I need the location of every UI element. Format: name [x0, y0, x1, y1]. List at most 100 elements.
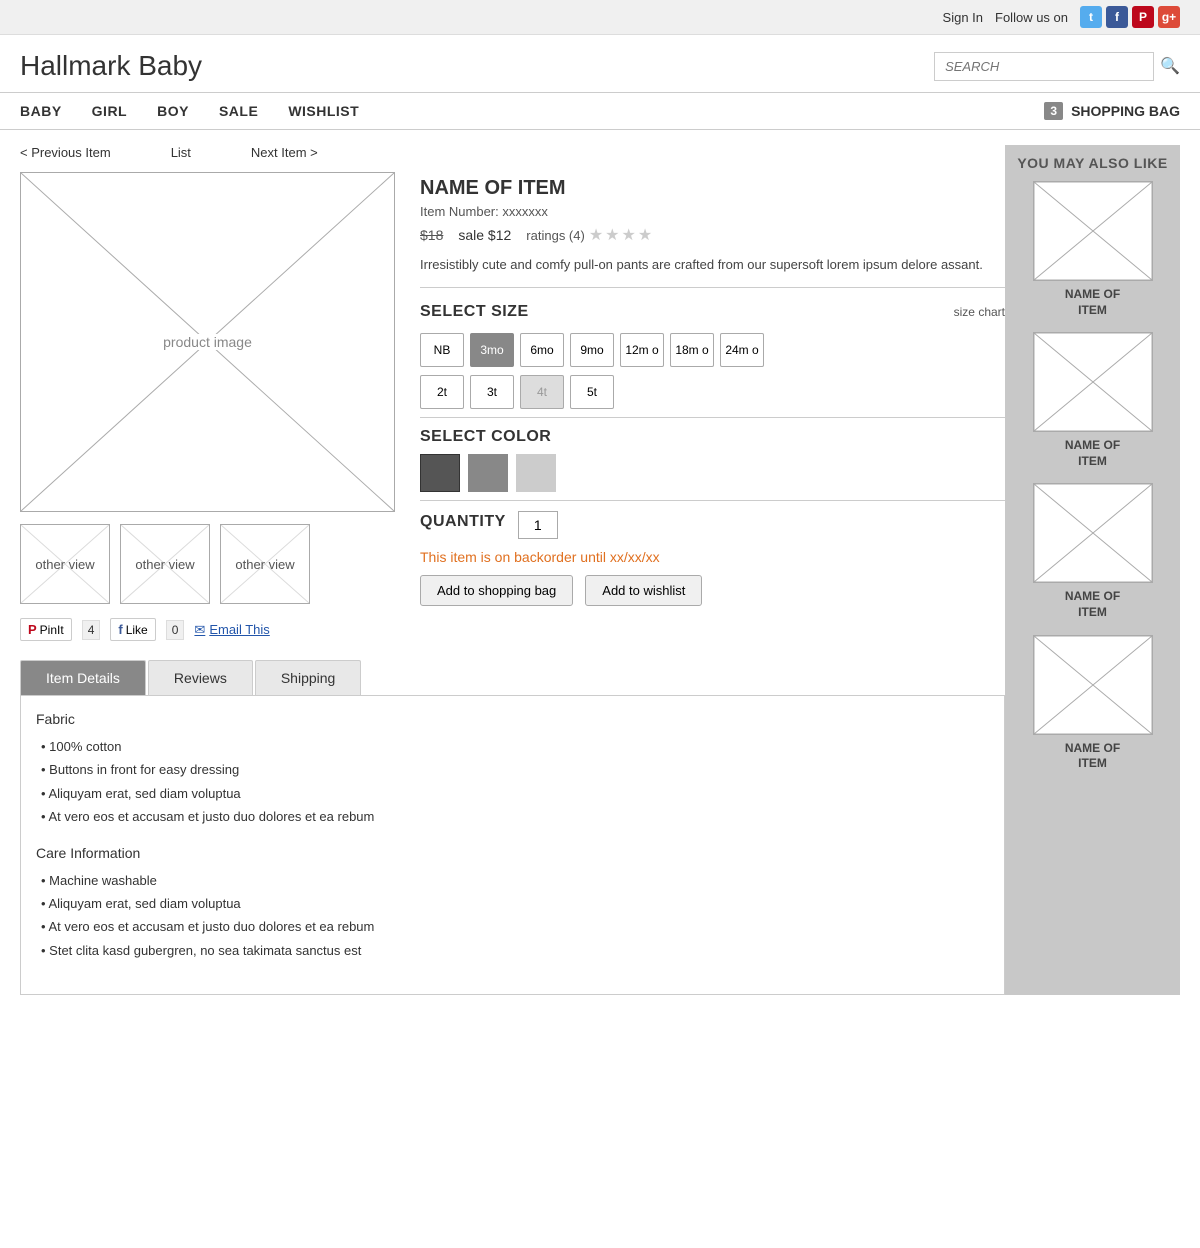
product-section: < Previous Item List Next Item > product… — [20, 145, 1005, 995]
other-view-1[interactable]: other view — [20, 524, 110, 604]
size-9mo[interactable]: 9mo — [570, 333, 614, 367]
top-bar: Sign In Follow us on t f P g+ — [0, 0, 1200, 35]
fabric-item-4: At vero eos et accusam et justo duo dolo… — [41, 805, 989, 828]
add-to-wishlist-button[interactable]: Add to wishlist — [585, 575, 702, 606]
size-3mo[interactable]: 3mo — [470, 333, 514, 367]
size-5t[interactable]: 5t — [570, 375, 614, 409]
color-swatch-2[interactable] — [468, 454, 508, 492]
care-title: Care Information — [36, 845, 989, 861]
social-share: P PinIt 4 f Like 0 ✉ Email This — [20, 618, 400, 641]
pin-icon: P — [28, 622, 37, 637]
nav-item-girl[interactable]: GIRL — [92, 93, 127, 129]
social-icons-group: t f P g+ — [1080, 6, 1180, 28]
size-chart-link[interactable]: size chart — [954, 305, 1005, 319]
ratings-text: ratings (4) — [526, 228, 585, 243]
product-name: NAME OF ITEM — [420, 177, 1005, 200]
size-NB[interactable]: NB — [420, 333, 464, 367]
sidebar-img-2 — [1033, 332, 1153, 432]
sidebar-item-2[interactable]: NAME OFITEM — [1015, 332, 1170, 469]
other-view-3[interactable]: other view — [220, 524, 310, 604]
action-buttons: Add to shopping bag Add to wishlist — [420, 575, 1005, 606]
size-24mo[interactable]: 24m o — [720, 333, 764, 367]
fabric-item-2: Buttons in front for easy dressing — [41, 758, 989, 781]
fabric-item-1: 100% cotton — [41, 735, 989, 758]
pin-count: 4 — [82, 620, 101, 640]
item-number: Item Number: xxxxxxx — [420, 204, 1005, 219]
quantity-section: QUANTITY — [420, 500, 1005, 539]
size-2t[interactable]: 2t — [420, 375, 464, 409]
product-top: product image other view — [20, 172, 1005, 655]
twitter-icon[interactable]: t — [1080, 6, 1102, 28]
product-image-area: product image other view — [20, 172, 400, 655]
prev-item-link[interactable]: < Previous Item — [20, 145, 111, 160]
sidebar-item-1[interactable]: NAME OFITEM — [1015, 181, 1170, 318]
product-description: Irresistibly cute and comfy pull-on pant… — [420, 255, 1005, 288]
product-image-label: product image — [159, 334, 256, 350]
main-content: < Previous Item List Next Item > product… — [0, 130, 1200, 1010]
sidebar-item-3[interactable]: NAME OFITEM — [1015, 483, 1170, 620]
size-section: SELECT SIZE size chart NB 3mo 6mo 9mo 12… — [420, 303, 1005, 409]
sidebar-img-3 — [1033, 483, 1153, 583]
star-4: ★ — [638, 225, 652, 245]
size-6mo[interactable]: 6mo — [520, 333, 564, 367]
search-input[interactable] — [934, 52, 1154, 81]
tabs-section: Item Details Reviews Shipping Fabric 100… — [20, 660, 1005, 995]
fb-count: 0 — [166, 620, 185, 640]
price-sale: sale $12 — [458, 227, 511, 243]
cart-area[interactable]: 3 SHOPPING BAG — [1044, 102, 1180, 120]
email-this-link[interactable]: ✉ Email This — [194, 622, 269, 638]
sidebar: YOU MAY ALSO LIKE NAME OFITEM NAME OFITE… — [1005, 145, 1180, 995]
nav-item-baby[interactable]: BABY — [20, 93, 62, 129]
size-18mo[interactable]: 18m o — [670, 333, 714, 367]
quantity-input[interactable] — [518, 511, 558, 539]
sidebar-item-2-name: NAME OFITEM — [1015, 438, 1170, 469]
size-4t[interactable]: 4t — [520, 375, 564, 409]
fabric-title: Fabric — [36, 711, 989, 727]
nav-item-wishlist[interactable]: WISHLIST — [288, 93, 359, 129]
list-link[interactable]: List — [171, 145, 191, 160]
follow-us-label: Follow us on — [995, 10, 1068, 25]
color-swatch-3[interactable] — [516, 454, 556, 492]
care-item-2: Aliquyam erat, sed diam voluptua — [41, 892, 989, 915]
star-1: ★ — [589, 225, 603, 245]
sidebar-title: YOU MAY ALSO LIKE — [1015, 155, 1170, 171]
nav-item-boy[interactable]: BOY — [157, 93, 189, 129]
product-image: product image — [20, 172, 395, 512]
facebook-like-button[interactable]: f Like — [110, 618, 155, 641]
fabric-list: 100% cotton Buttons in front for easy dr… — [36, 735, 989, 829]
pinterest-pin-button[interactable]: P PinIt — [20, 618, 72, 641]
fb-like-label: Like — [126, 623, 148, 637]
tab-reviews[interactable]: Reviews — [148, 660, 253, 695]
sign-in-link[interactable]: Sign In — [943, 10, 983, 25]
color-section: SELECT COLOR — [420, 417, 1005, 492]
nav-item-sale[interactable]: SALE — [219, 93, 258, 129]
fabric-item-3: Aliquyam erat, sed diam voluptua — [41, 782, 989, 805]
size-12mo[interactable]: 12m o — [620, 333, 664, 367]
tabs: Item Details Reviews Shipping — [20, 660, 1005, 695]
next-item-link[interactable]: Next Item > — [251, 145, 318, 160]
search-button[interactable]: 🔍 — [1160, 56, 1180, 76]
sidebar-img-4 — [1033, 635, 1153, 735]
care-item-4: Stet clita kasd gubergren, no sea takima… — [41, 939, 989, 962]
backorder-message: This item is on backorder until xx/xx/xx — [420, 549, 1005, 565]
color-swatches — [420, 454, 1005, 492]
tab-content: Fabric 100% cotton Buttons in front for … — [20, 695, 1005, 995]
quantity-label: QUANTITY — [420, 513, 506, 531]
facebook-icon[interactable]: f — [1106, 6, 1128, 28]
sidebar-img-1 — [1033, 181, 1153, 281]
sidebar-item-4[interactable]: NAME OFITEM — [1015, 635, 1170, 772]
other-view-2[interactable]: other view — [120, 524, 210, 604]
care-item-3: At vero eos et accusam et justo duo dolo… — [41, 915, 989, 938]
sidebar-item-4-name: NAME OFITEM — [1015, 741, 1170, 772]
select-color-label: SELECT COLOR — [420, 428, 551, 445]
size-3t[interactable]: 3t — [470, 375, 514, 409]
price-original: $18 — [420, 227, 443, 243]
tab-item-details[interactable]: Item Details — [20, 660, 146, 695]
add-to-cart-button[interactable]: Add to shopping bag — [420, 575, 573, 606]
pinterest-icon[interactable]: P — [1132, 6, 1154, 28]
size-grid-2: 2t 3t 4t 5t — [420, 375, 1005, 409]
cart-label: SHOPPING BAG — [1071, 103, 1180, 119]
color-swatch-1[interactable] — [420, 454, 460, 492]
google-icon[interactable]: g+ — [1158, 6, 1180, 28]
tab-shipping[interactable]: Shipping — [255, 660, 362, 695]
